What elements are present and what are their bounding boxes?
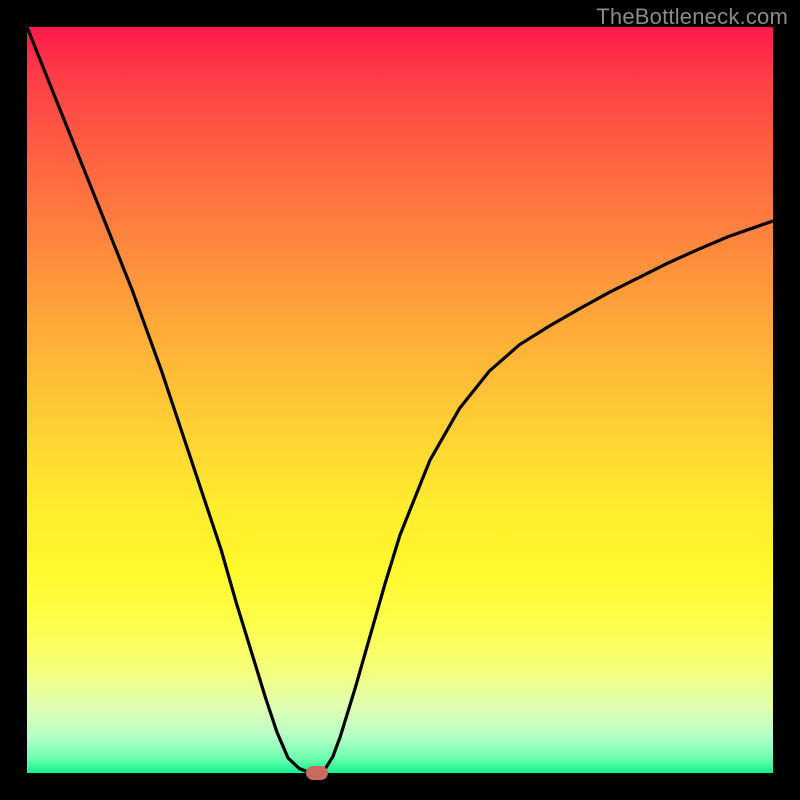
curve-path: [27, 27, 773, 773]
bottleneck-curve: [27, 27, 773, 773]
plot-area: [27, 27, 773, 773]
optimum-marker: [306, 766, 328, 780]
chart-frame: TheBottleneck.com: [0, 0, 800, 800]
